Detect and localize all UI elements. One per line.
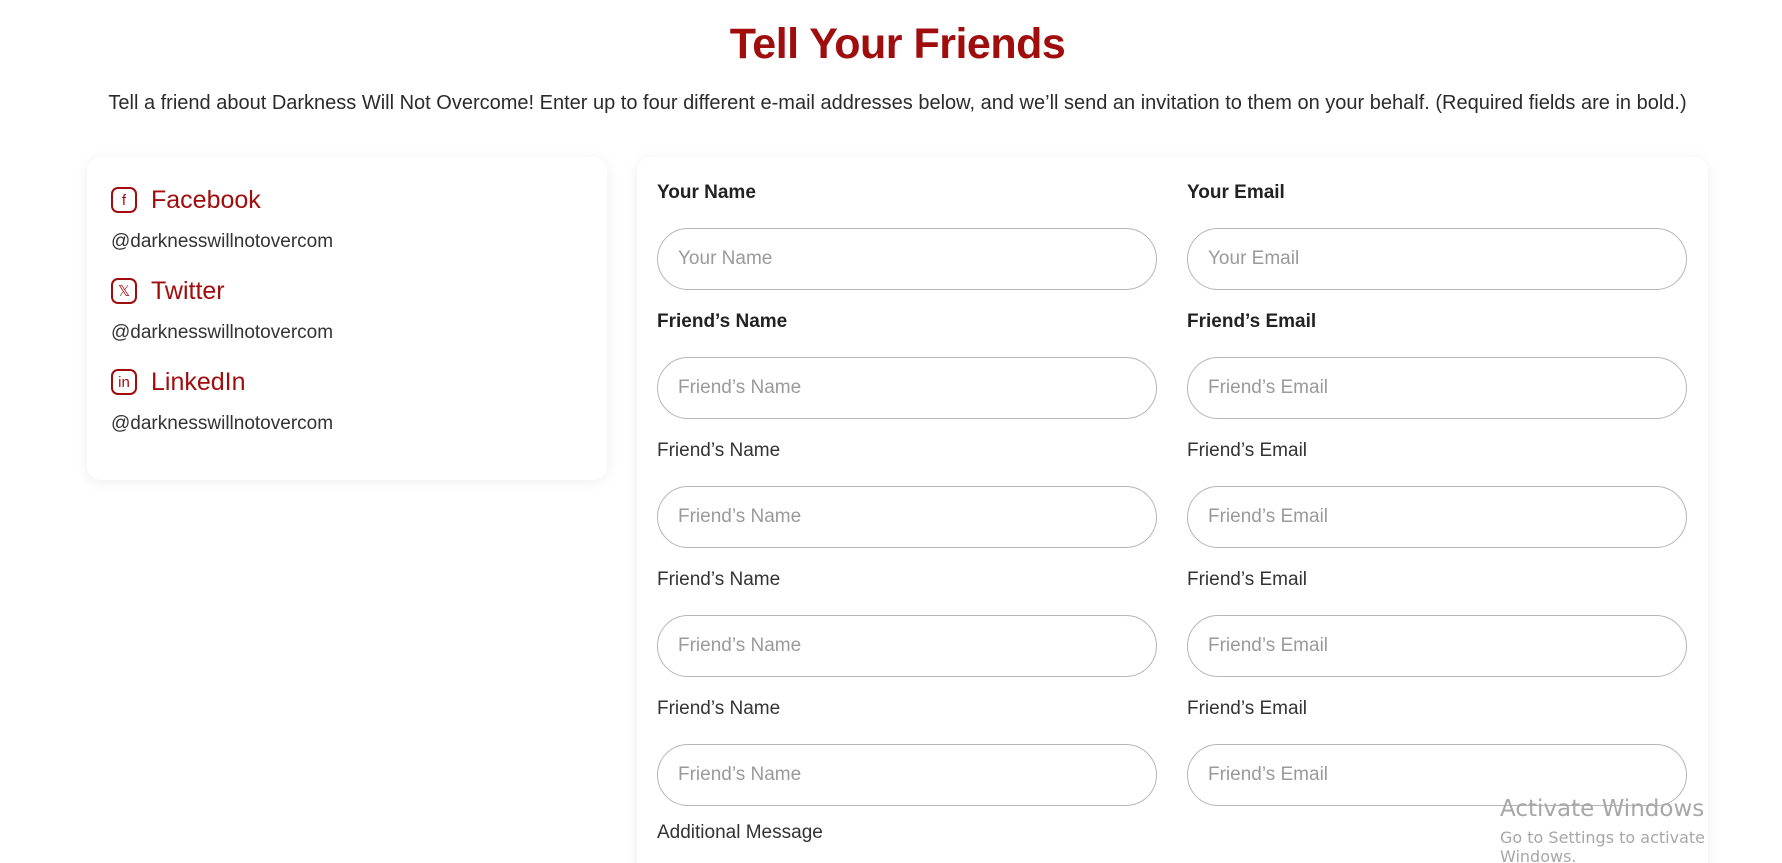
social-handle-twitter: @darknesswillnotovercom <box>111 322 334 343</box>
social-handle-linkedin: @darknesswillnotovercom <box>111 413 334 434</box>
friend-4-email-label: Friend’s Email <box>1187 698 1308 719</box>
friend-3-name-label: Friend’s Name <box>657 569 781 590</box>
social-item-twitter[interactable]: 𝕏 Twitter @darknesswillnotovercom <box>111 276 333 344</box>
friend-1-name-label: Friend’s Name <box>657 311 788 332</box>
social-handle-facebook: @darknesswillnotovercom <box>111 231 334 252</box>
friend-1-name-field: Friend’s Name <box>657 307 1157 419</box>
social-card: f Facebook @darknesswillnotovercom 𝕏 Twi… <box>87 157 607 480</box>
watermark-title: Activate Windows <box>1500 796 1705 822</box>
additional-message-label: Additional Message <box>657 822 823 843</box>
friend-2-email-field: Friend’s Email <box>1187 436 1687 548</box>
friend-3-email-label: Friend’s Email <box>1187 569 1308 590</box>
linkedin-icon: in <box>111 369 137 395</box>
friend-2-name-input[interactable] <box>657 486 1157 548</box>
watermark-subtitle: Go to Settings to activate Windows. <box>1500 828 1705 863</box>
friend-1-email-input[interactable] <box>1187 357 1687 419</box>
friend-4-name-field: Friend’s Name <box>657 694 1157 806</box>
your-email-label: Your Email <box>1187 182 1285 203</box>
friend-4-name-label: Friend’s Name <box>657 698 781 719</box>
friend-2-name-field: Friend’s Name <box>657 436 1157 548</box>
invite-form: Your Name Your Email Friend’s Name Frien… <box>637 157 1708 863</box>
social-name-linkedin[interactable]: LinkedIn <box>151 368 246 397</box>
friend-3-email-field: Friend’s Email <box>1187 565 1687 677</box>
social-item-facebook[interactable]: f Facebook @darknesswillnotovercom <box>111 185 333 253</box>
friend-2-email-label: Friend’s Email <box>1187 440 1308 461</box>
activate-windows-watermark: Activate Windows Go to Settings to activ… <box>1500 796 1782 863</box>
friend-2-email-input[interactable] <box>1187 486 1687 548</box>
friend-3-name-input[interactable] <box>657 615 1157 677</box>
friend-1-email-label: Friend’s Email <box>1187 311 1317 332</box>
friend-2-name-label: Friend’s Name <box>657 440 781 461</box>
your-name-field: Your Name <box>657 178 1157 290</box>
your-name-input[interactable] <box>657 228 1157 290</box>
facebook-icon: f <box>111 187 137 213</box>
friend-1-name-input[interactable] <box>657 357 1157 419</box>
friend-3-email-input[interactable] <box>1187 615 1687 677</box>
intro-text: Tell a friend about Darkness Will Not Ov… <box>108 92 1687 114</box>
social-name-facebook[interactable]: Facebook <box>151 186 261 215</box>
your-name-label: Your Name <box>657 182 756 203</box>
your-email-field: Your Email <box>1187 178 1687 290</box>
twitter-x-icon: 𝕏 <box>111 278 137 304</box>
friend-3-name-field: Friend’s Name <box>657 565 1157 677</box>
friend-4-email-field: Friend’s Email <box>1187 694 1687 806</box>
your-email-input[interactable] <box>1187 228 1687 290</box>
social-item-linkedin[interactable]: in LinkedIn @darknesswillnotovercom <box>111 367 333 435</box>
friend-4-name-input[interactable] <box>657 744 1157 806</box>
social-name-twitter[interactable]: Twitter <box>151 277 225 306</box>
page-title: Tell Your Friends <box>729 20 1066 68</box>
friend-1-email-field: Friend’s Email <box>1187 307 1687 419</box>
